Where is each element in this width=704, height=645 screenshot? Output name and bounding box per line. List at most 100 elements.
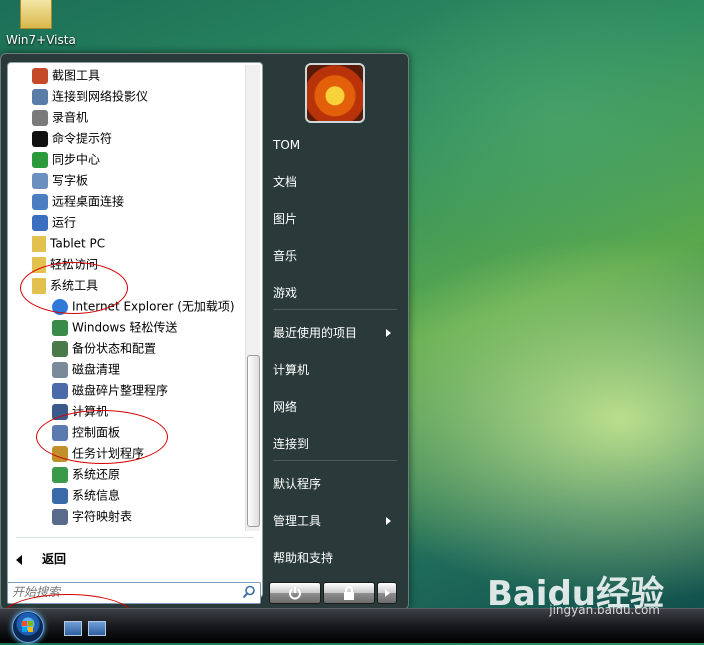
program-label: 连接到网络投影仪: [52, 89, 149, 104]
program-label: 运行: [52, 215, 77, 230]
lock-icon: [344, 586, 354, 600]
places-item[interactable]: 网络: [273, 392, 397, 422]
program-item[interactable]: 连接到网络投影仪: [32, 86, 148, 106]
switch-windows-icon[interactable]: [88, 621, 106, 636]
program-label: 同步中心: [52, 152, 101, 167]
program-label: 写字板: [52, 173, 89, 188]
defragmenter-icon: [52, 382, 68, 399]
start-button[interactable]: [12, 611, 44, 643]
places-item[interactable]: 游戏: [273, 278, 397, 308]
system-info-icon: [52, 487, 68, 504]
power-icon: [289, 587, 301, 600]
command-prompt-icon: [32, 130, 48, 147]
program-label: 系统还原: [72, 467, 121, 482]
disk-cleanup-icon: [52, 361, 68, 378]
program-label: 截图工具: [52, 68, 101, 83]
places-item-label: TOM: [273, 138, 301, 152]
program-label: 远程桌面连接: [52, 194, 125, 209]
chevron-right-icon: [385, 589, 390, 597]
desktop-icon-label: Win7+Vista: [6, 33, 76, 47]
back-button[interactable]: 返回: [16, 549, 66, 569]
places-pane: TOM 文档图片音乐游戏最近使用的项目计算机网络连接到默认程序管理工具帮助和支持: [267, 54, 407, 609]
places-item[interactable]: 管理工具: [273, 506, 397, 536]
divider: [16, 537, 254, 538]
places-item-label: 音乐: [273, 249, 298, 263]
program-item[interactable]: 命令提示符: [32, 128, 112, 148]
back-label: 返回: [42, 552, 67, 566]
program-label: Windows 轻松传送: [72, 320, 178, 335]
program-item[interactable]: 磁盘清理: [52, 359, 120, 379]
program-item[interactable]: 截图工具: [32, 65, 100, 85]
program-item[interactable]: 录音机: [32, 107, 88, 127]
places-item-label: 帮助和支持: [273, 551, 334, 565]
programs-scrollbar[interactable]: [245, 65, 260, 531]
places-item[interactable]: 文档: [273, 167, 397, 197]
character-map-icon: [52, 508, 68, 525]
program-item[interactable]: 远程桌面连接: [32, 191, 124, 211]
remote-desktop-icon: [32, 193, 48, 210]
program-item[interactable]: 磁盘碎片整理程序: [52, 380, 168, 400]
places-item[interactable]: 图片: [273, 204, 397, 234]
divider: [273, 309, 397, 310]
watermark-url: jingyan.baidu.com: [549, 603, 660, 617]
program-label: 字符映射表: [72, 509, 133, 524]
folder-icon: [20, 0, 52, 29]
program-label: 系统信息: [72, 488, 121, 503]
wordpad-icon: [32, 172, 48, 189]
program-item[interactable]: 同步中心: [32, 149, 100, 169]
scrollbar-thumb[interactable]: [247, 355, 260, 527]
start-menu: 截图工具连接到网络投影仪 录音机命令提示符同步中心写字板远程桌面连接 运行 Table…: [0, 53, 409, 610]
microphone-icon: [32, 109, 48, 126]
lock-button[interactable]: [323, 582, 375, 604]
places-item[interactable]: TOM: [273, 130, 397, 160]
program-item[interactable]: 字符映射表: [52, 506, 132, 526]
programs-pane: 截图工具连接到网络投影仪 录音机命令提示符同步中心写字板远程桌面连接 运行 Table…: [7, 62, 263, 598]
program-item[interactable]: Tablet PC: [32, 233, 105, 253]
backup-icon: [52, 340, 68, 357]
submenu-arrow-icon: [386, 329, 391, 337]
places-item-label: 计算机: [273, 363, 310, 377]
program-item[interactable]: Windows 轻松传送: [52, 317, 177, 337]
search-icon[interactable]: [242, 585, 256, 599]
places-item-label: 图片: [273, 212, 298, 226]
back-arrow-icon: [16, 554, 22, 565]
places-item[interactable]: 音乐: [273, 241, 397, 271]
snipping-tool-icon: [32, 67, 48, 84]
places-item[interactable]: 计算机: [273, 355, 397, 385]
divider: [273, 460, 397, 461]
program-label: 磁盘碎片整理程序: [72, 383, 169, 398]
user-avatar[interactable]: [305, 63, 365, 123]
program-label: Tablet PC: [50, 236, 106, 251]
places-item[interactable]: 帮助和支持: [273, 543, 397, 573]
places-item-label: 连接到: [273, 437, 310, 451]
sync-center-icon: [32, 151, 48, 168]
power-button[interactable]: [269, 582, 321, 604]
places-item-label: 文档: [273, 175, 298, 189]
program-item[interactable]: 系统还原: [52, 464, 120, 484]
system-restore-icon: [52, 466, 68, 483]
folder-icon: [32, 235, 46, 252]
program-item[interactable]: 运行: [32, 212, 76, 232]
places-item[interactable]: 最近使用的项目: [273, 318, 397, 348]
show-desktop-icon[interactable]: [64, 621, 82, 636]
windows-logo-icon: [22, 621, 33, 632]
program-item[interactable]: 系统信息: [52, 485, 120, 505]
places-item[interactable]: 默认程序: [273, 469, 397, 499]
places-item[interactable]: 连接到: [273, 429, 397, 459]
program-item[interactable]: 写字板: [32, 170, 88, 190]
projector-icon: [32, 88, 48, 105]
program-item[interactable]: 备份状态和配置: [52, 338, 156, 358]
places-item-label: 网络: [273, 400, 298, 414]
program-label: 磁盘清理: [72, 362, 121, 377]
annotation-circle-system-tools: [20, 262, 128, 314]
easy-transfer-icon: [52, 319, 68, 336]
shutdown-options-button[interactable]: [377, 582, 397, 604]
program-label: 命令提示符: [52, 131, 113, 146]
run-icon: [32, 214, 48, 231]
program-label: 备份状态和配置: [72, 341, 157, 356]
places-item-label: 管理工具: [273, 514, 322, 528]
submenu-arrow-icon: [386, 517, 391, 525]
annotation-circle-control-panel: [36, 410, 168, 464]
program-label: 录音机: [52, 110, 89, 125]
places-item-label: 游戏: [273, 286, 298, 300]
